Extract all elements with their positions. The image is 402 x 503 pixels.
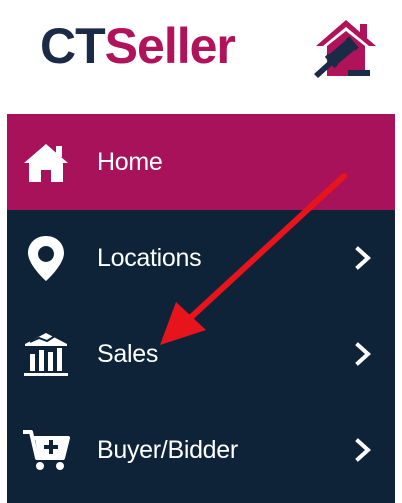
brand-prefix: CT <box>40 18 106 74</box>
chevron-right-icon <box>352 438 374 462</box>
home-icon <box>21 138 71 186</box>
gavel-house-icon <box>312 16 380 82</box>
page: CTSeller Home Locations Sales Buyer/Bidd… <box>0 0 402 503</box>
sidebar-nav: Home Locations Sales Buyer/Bidder <box>7 114 395 503</box>
sidebar-item-label: Buyer/Bidder <box>97 436 238 464</box>
sidebar-item-label: Home <box>97 148 163 176</box>
sidebar-item-locations[interactable]: Locations <box>7 210 395 306</box>
cart-icon <box>21 426 71 474</box>
sidebar-item-home[interactable]: Home <box>7 114 395 210</box>
sidebar-item-buyer-bidder[interactable]: Buyer/Bidder <box>7 402 395 498</box>
sidebar-item-label: Locations <box>97 244 202 272</box>
map-pin-icon <box>21 234 71 282</box>
chevron-right-icon <box>352 342 374 366</box>
chevron-right-icon <box>352 246 374 270</box>
brand-logo[interactable]: CTSeller <box>0 0 402 112</box>
sidebar-item-sales[interactable]: Sales <box>7 306 395 402</box>
brand-suffix: Seller <box>104 18 236 74</box>
bar-chart-icon <box>21 330 71 378</box>
sidebar-item-label: Sales <box>97 340 159 368</box>
brand-wordmark: CTSeller <box>40 16 236 76</box>
